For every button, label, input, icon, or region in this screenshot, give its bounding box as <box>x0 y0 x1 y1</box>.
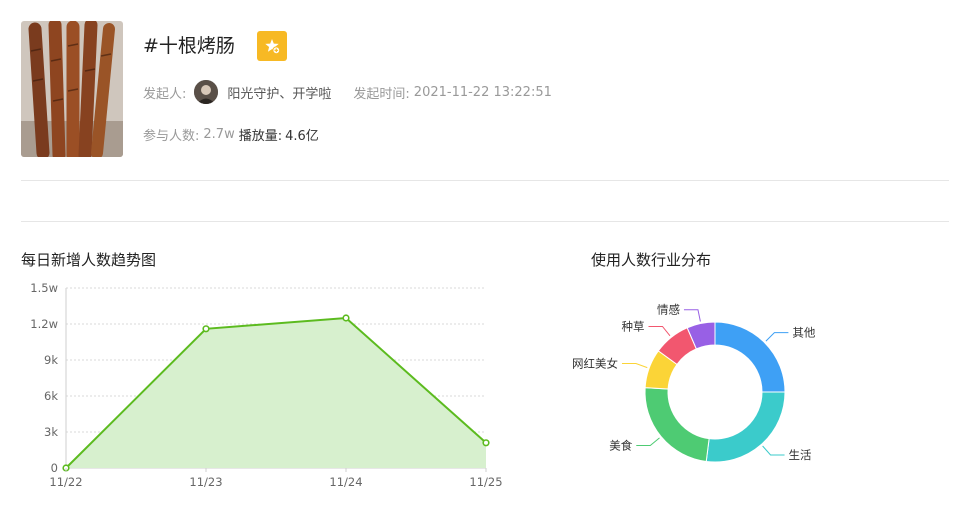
plays-value: 4.6亿 <box>285 129 319 144</box>
daily-chart-title: 每日新增人数趋势图 <box>21 251 157 269</box>
slice-label: 种草 <box>621 319 644 333</box>
y-tick-label: 1.5w <box>30 281 58 295</box>
x-tick-label: 11/25 <box>469 475 502 489</box>
slice-label: 其他 <box>792 326 815 340</box>
slice-label: 美食 <box>609 439 632 453</box>
area-fill <box>66 318 486 468</box>
data-point <box>202 325 210 333</box>
y-tick-label: 1.2w <box>30 317 58 331</box>
plays-label: 播放量: <box>238 129 283 144</box>
y-tick-label: 9k <box>44 353 58 367</box>
x-tick-label: 11/22 <box>49 475 82 489</box>
divider <box>21 221 949 222</box>
time-label: 发起时间: <box>353 86 410 102</box>
creator-label: 发起人: <box>143 86 187 102</box>
daily-trend-chart: 0 3k 6k 9k 1.2w 1.5w 11/22 11/23 11/24 11/25 <box>30 281 502 489</box>
donut-slice <box>644 387 710 463</box>
time-value: 2021-11-22 13:22:51 <box>413 84 552 100</box>
slice-leader-line <box>765 332 789 342</box>
topic-cover-image <box>21 21 123 157</box>
data-point <box>342 314 350 322</box>
creator-row: 发起人: 阳光守护、开学啦 发起时间: 2021-11-22 13:22:51 <box>143 80 552 104</box>
slice-leader-line <box>683 309 701 322</box>
slice-leader-line <box>636 437 660 447</box>
stats-row: 参与人数: 2.7w 播放量: 4.6亿 <box>143 125 319 144</box>
slice-label: 情感 <box>657 303 680 317</box>
donut-slice <box>705 391 786 463</box>
participants-label: 参与人数: <box>143 129 200 144</box>
industry-chart-title: 使用人数行业分布 <box>591 251 712 269</box>
slice-label: 生活 <box>789 448 812 462</box>
slice-leader-line <box>762 445 785 456</box>
y-tick-label: 6k <box>44 389 58 403</box>
favorite-button[interactable] <box>257 31 287 61</box>
slice-leader-line <box>621 363 648 369</box>
x-tick-label: 11/23 <box>189 475 222 489</box>
participants-value: 2.7w <box>203 127 235 142</box>
divider <box>21 180 949 181</box>
y-tick-label: 3k <box>44 425 58 439</box>
star-plus-icon <box>265 39 280 54</box>
industry-donut-chart: 其他生活 美食 网红美女 种草情感 <box>572 303 816 463</box>
data-point <box>482 439 490 447</box>
avatar[interactable] <box>194 80 219 104</box>
y-tick-label: 0 <box>51 461 58 475</box>
topic-title: #十根烤肠 <box>143 35 235 57</box>
creator-name[interactable]: 阳光守护、开学啦 <box>227 83 331 102</box>
slice-leader-line <box>648 325 671 337</box>
slice-label: 网红美女 <box>572 357 618 371</box>
x-tick-label: 11/24 <box>329 475 362 489</box>
